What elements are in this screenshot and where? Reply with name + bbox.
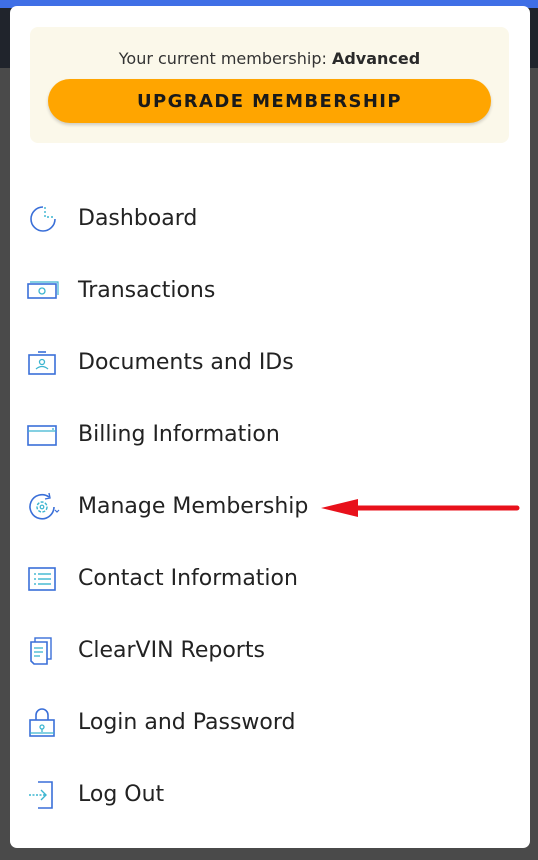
menu-item-transactions[interactable]: Transactions [10,255,530,327]
menu-label: Log Out [78,782,165,807]
menu-label: Login and Password [78,710,296,735]
annotation-arrow-icon [321,499,520,517]
membership-card: Your current membership: Advanced UPGRAD… [30,27,509,143]
menu-item-logout[interactable]: Log Out [10,759,530,831]
lock-icon [26,708,60,738]
menu-label: Contact Information [78,566,298,591]
account-menu-panel: Your current membership: Advanced UPGRAD… [10,6,530,848]
menu-item-reports[interactable]: ClearVIN Reports [10,615,530,687]
current-membership-text: Your current membership: Advanced [30,49,509,68]
menu-item-login-password[interactable]: Login and Password [10,687,530,759]
menu-label: Dashboard [78,206,198,231]
money-bill-icon [26,276,60,306]
membership-prefix: Your current membership: [118,49,332,68]
list-icon [26,564,60,594]
menu-label: Documents and IDs [78,350,294,375]
menu-item-dashboard[interactable]: Dashboard [10,183,530,255]
id-card-icon [26,348,60,378]
menu-item-billing[interactable]: Billing Information [10,399,530,471]
membership-level: Advanced [331,49,421,68]
logout-icon [26,780,60,810]
menu-item-documents[interactable]: Documents and IDs [10,327,530,399]
menu-label: ClearVIN Reports [78,638,265,663]
credit-card-icon [26,420,60,450]
dashboard-pie-icon [26,204,60,234]
menu-label: Manage Membership [78,494,309,519]
menu-item-contact[interactable]: Contact Information [10,543,530,615]
reports-stack-icon [26,636,60,666]
menu-label: Transactions [78,278,216,303]
menu-label: Billing Information [78,422,280,447]
gear-refresh-icon [26,492,60,522]
upgrade-membership-button[interactable]: UPGRADE MEMBERSHIP [48,79,491,123]
